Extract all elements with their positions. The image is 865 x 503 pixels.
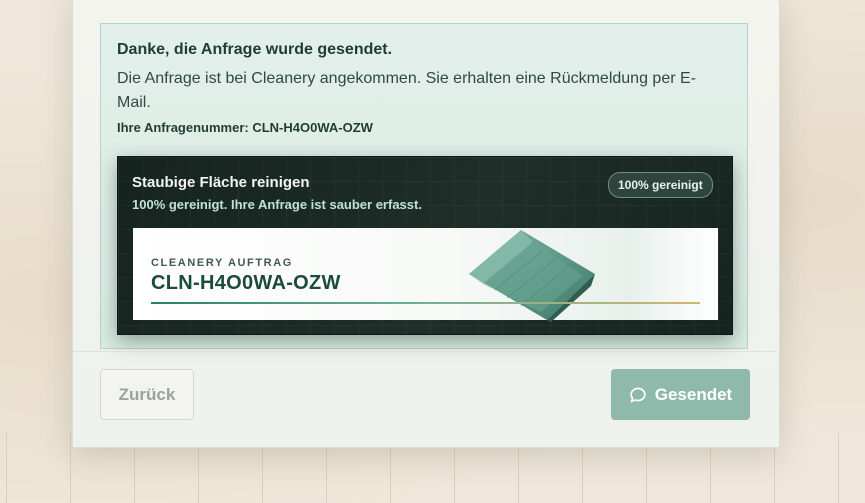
- ticket-underline: [151, 302, 700, 304]
- success-message: Die Anfrage ist bei Cleanery angekommen.…: [117, 70, 696, 111]
- success-title: Danke, die Anfrage wurde gesendet.: [117, 41, 393, 58]
- sent-button-label: Gesendet: [654, 384, 733, 404]
- chat-bubble-icon: [630, 387, 646, 402]
- sent-button[interactable]: Gesendet: [611, 369, 750, 420]
- footer-divider: [73, 351, 777, 352]
- back-button-label: Zurück: [118, 384, 176, 404]
- task-title: Staubige Fläche reinigen: [132, 174, 310, 191]
- request-number: Ihre Anfragenummer: CLN-H4O0WA-OZW: [117, 120, 373, 135]
- task-subtitle: 100% gereinigt. Ihre Anfrage ist sauber …: [132, 197, 422, 212]
- cleaned-badge: 100% gereinigt: [608, 172, 713, 198]
- microfiber-cloth-image: [469, 230, 595, 322]
- ticket-number: CLN-H4O0WA-OZW: [151, 272, 341, 294]
- back-button[interactable]: Zurück: [100, 369, 194, 420]
- ticket-label: CLEANERY AUFTRAG: [151, 257, 293, 269]
